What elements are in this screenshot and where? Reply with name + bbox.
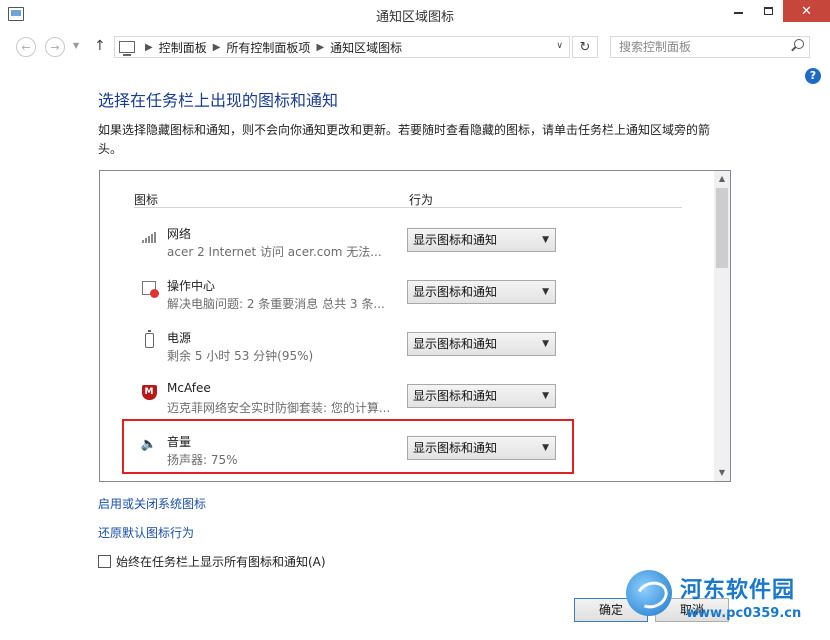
network-icon (140, 227, 158, 245)
chevron-down-icon: ▼ (542, 391, 549, 401)
system-icons-link[interactable]: 启用或关闭系统图标 (98, 495, 206, 512)
back-arrow-icon: ← (21, 40, 31, 54)
chevron-right-icon[interactable]: ▶ (213, 42, 221, 53)
chevron-down-icon: ▼ (542, 339, 549, 349)
item-detail: 解决电脑问题: 2 条重要消息 总共 3 条... (167, 297, 385, 311)
always-show-checkbox[interactable] (98, 555, 111, 568)
chevron-right-icon[interactable]: ▶ (316, 42, 324, 53)
page-title: 选择在任务栏上出现的图标和通知 (98, 91, 339, 110)
behavior-value: 显示图标和通知 (413, 233, 498, 247)
address-bar[interactable]: ▶ 控制面板 ▶ 所有控制面板项 ▶ 通知区域图标 ∨ (114, 36, 570, 58)
up-button[interactable]: ↑ (94, 38, 106, 54)
computer-icon (119, 41, 135, 56)
header-divider (134, 207, 682, 208)
behavior-select[interactable]: 显示图标和通知 ▼ (407, 280, 556, 304)
minimize-button[interactable] (723, 0, 753, 22)
always-show-option[interactable]: 始终在任务栏上显示所有图标和通知(A) (98, 553, 326, 570)
breadcrumb-item[interactable]: 所有控制面板项 (226, 39, 310, 56)
maximize-button[interactable] (753, 0, 783, 22)
watermark: 河东软件园 www.pc0359.cn (626, 566, 830, 636)
restore-defaults-link[interactable]: 还原默认图标行为 (98, 524, 194, 541)
behavior-select[interactable]: 显示图标和通知 ▼ (407, 384, 556, 408)
chevron-right-icon[interactable]: ▶ (145, 42, 153, 53)
vertical-scrollbar[interactable]: ▲ ▼ (714, 171, 730, 481)
item-name: 操作中心 (167, 279, 216, 293)
behavior-select[interactable]: 显示图标和通知 ▼ (407, 228, 556, 252)
scrollbar-thumb[interactable] (716, 188, 728, 268)
close-button[interactable]: ✕ (783, 0, 830, 22)
navigation-bar: ← → ▼ ↑ ▶ 控制面板 ▶ 所有控制面板项 ▶ 通知区域图标 ∨ ↻ 搜索… (0, 30, 830, 64)
back-button[interactable]: ← (16, 37, 36, 57)
action-center-icon (140, 279, 159, 298)
minimize-icon (733, 12, 743, 14)
column-header-behavior: 行为 (409, 193, 434, 207)
scroll-down-arrow-icon[interactable]: ▼ (714, 465, 730, 481)
maximize-icon (763, 7, 773, 15)
window-title: 通知区域图标 (375, 10, 454, 25)
search-icon[interactable] (794, 39, 804, 49)
search-icon-holder (610, 36, 810, 58)
behavior-select[interactable]: 显示图标和通知 ▼ (407, 332, 556, 356)
item-name: 电源 (167, 331, 192, 345)
refresh-icon: ↻ (579, 39, 591, 55)
item-detail: 剩余 5 小时 53 分钟(95%) (167, 349, 314, 363)
help-icon[interactable]: ? (805, 68, 821, 84)
watermark-logo-icon (626, 570, 672, 616)
forward-button[interactable]: → (45, 37, 65, 57)
recent-locations-dropdown[interactable]: ▼ (73, 41, 79, 50)
item-name: McAfee (167, 381, 211, 395)
item-detail: 迈克菲网络安全实时防御套装: 您的计算... (167, 401, 391, 415)
list-item: 电源 剩余 5 小时 53 分钟(95%) 显示图标和通知 ▼ (100, 325, 714, 377)
item-name: 网络 (167, 227, 192, 241)
refresh-button[interactable]: ↻ (572, 36, 598, 58)
title-bar: 通知区域图标 ✕ (0, 0, 830, 30)
watermark-url: www.pc0359.cn (686, 606, 802, 621)
always-show-label: 始终在任务栏上显示所有图标和通知(A) (116, 555, 326, 569)
scroll-up-arrow-icon[interactable]: ▲ (714, 171, 730, 187)
breadcrumb-item[interactable]: 控制面板 (159, 39, 207, 56)
behavior-value: 显示图标和通知 (413, 389, 498, 403)
breadcrumb-item[interactable]: 通知区域图标 (330, 39, 402, 56)
item-detail: acer 2 Internet 访问 acer.com 无法... (167, 245, 382, 259)
list-item: 操作中心 解决电脑问题: 2 条重要消息 总共 3 条... 显示图标和通知 ▼ (100, 273, 714, 325)
chevron-down-icon: ▼ (542, 287, 549, 297)
page-description: 如果选择隐藏图标和通知，则不会向你通知更改和更新。若要随时查看隐藏的图标，请单击… (98, 123, 711, 156)
watermark-name: 河东软件园 (680, 577, 796, 603)
highlight-box (122, 419, 574, 474)
list-item: 网络 acer 2 Internet 访问 acer.com 无法... 显示图… (100, 221, 714, 273)
forward-arrow-icon: → (50, 40, 60, 54)
column-header-icon: 图标 (134, 193, 159, 207)
chevron-down-icon[interactable]: ∨ (556, 41, 563, 51)
behavior-value: 显示图标和通知 (413, 337, 498, 351)
battery-icon (140, 329, 158, 349)
behavior-value: 显示图标和通知 (413, 285, 498, 299)
chevron-down-icon: ▼ (542, 235, 549, 245)
mcafee-icon: M (140, 383, 158, 401)
